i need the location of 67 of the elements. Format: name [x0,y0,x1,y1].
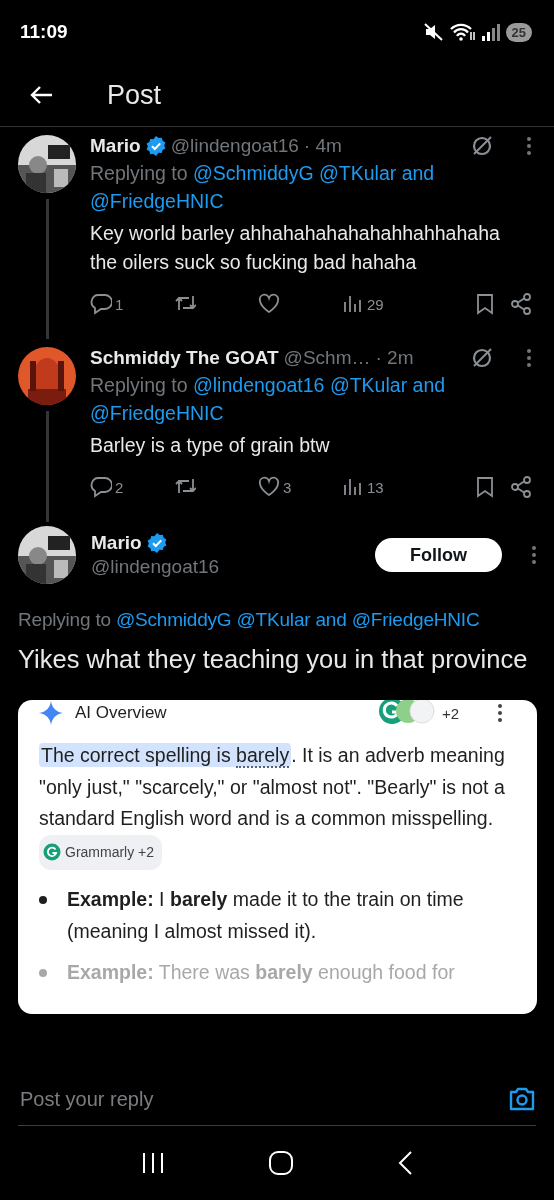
source-count: +2 [441,704,459,722]
camera-icon[interactable] [508,1086,536,1112]
mention-link[interactable]: @FriedgeHNIC [90,402,224,424]
post-text: Key world barley ahhahahahahahahhahhahaha the oilers suck so fucking bad hahaha [90,221,501,275]
slashed-circle-icon[interactable] [471,347,493,369]
mention-link[interactable]: @SchmiddyG [115,609,232,630]
more-icon[interactable] [531,545,537,565]
recent-apps-icon[interactable] [141,1151,166,1175]
more-icon[interactable] [526,136,532,156]
mute-icon [423,23,444,41]
more-icon[interactable] [497,703,503,723]
heart-icon[interactable] [258,476,280,498]
back-icon[interactable] [396,1150,413,1176]
user-handle: @lindengoat16 [170,135,299,157]
timestamp: · 2m [375,347,414,369]
mention-link[interactable]: @TKular [236,609,311,630]
share-icon[interactable] [510,293,532,315]
post-text: Yikes what they teaching you in that province [18,644,529,675]
count-label: 29 [367,295,384,313]
signal-icon [481,23,500,41]
reply-input[interactable]: Post your reply [18,1086,508,1112]
sparkle-icon [39,701,63,725]
count-label: 3 [283,478,292,496]
bullet-dot [39,969,47,977]
reply-icon[interactable] [90,293,112,315]
reply-context: Replying to @SchmiddyG @TKular and @FriedgeHNIC [90,161,436,214]
mention-link[interactable]: @TKular [319,162,397,184]
views-icon[interactable] [342,476,364,498]
user-handle: @lindengoat16 [91,556,221,578]
reply-context: Replying to @lindengoat16 @TKular and @FriedgeHNIC [90,373,447,426]
battery-indicator: 25 [505,22,532,42]
wifi-icon [449,22,476,42]
count-label: 1 [115,295,124,313]
follow-button[interactable]: Follow [375,538,502,572]
reply-icon[interactable] [90,476,112,498]
reply-context: Replying to @SchmiddyG @TKular and @FriedgeHNIC [18,608,481,632]
bookmark-icon[interactable] [474,293,496,315]
bookmark-icon[interactable] [474,476,496,498]
g-logo-icon [43,843,61,862]
back-icon[interactable] [29,85,53,105]
home-icon[interactable] [268,1150,294,1176]
heart-icon[interactable] [258,293,280,315]
mention-link[interactable]: @TKular [329,374,408,396]
more-icon[interactable] [526,348,532,368]
mention-link[interactable]: @lindengoat16 [193,374,325,396]
mention-link[interactable]: @SchmiddyG [193,162,314,184]
timestamp: · 4m [303,135,342,157]
bullet-dot [39,896,47,904]
card-title: AI Overview [75,703,167,723]
page-title: Post [107,79,162,111]
share-icon[interactable] [510,476,532,498]
count-label: 13 [367,478,384,496]
user-name: Mario [90,135,141,157]
user-name: Mario [91,532,142,554]
user-name: Schmiddy The GOAT [90,347,279,369]
views-icon[interactable] [342,293,364,315]
user-handle: @Schm… [283,347,371,369]
clock: 11:09 [20,21,68,43]
summary-text: The correct spelling is barely. It is an adverb meaning "only just," "scarcely," or "almost not". "Bearly" is not a standard English word and is a common misspelling. Grammarly +2 [39,740,513,870]
example-text: Example: I barely made it to the train on time (meaning I almost missed it). [67,887,465,944]
mention-link[interactable]: @FriedgeHNIC [351,609,480,630]
post-text: Barley is a type of grain btw [90,433,331,458]
mention-link[interactable]: @FriedgeHNIC [90,190,224,212]
count-label: 2 [115,478,124,496]
example-text: Example: There was barely enough food for [67,960,455,985]
source-chip[interactable]: Grammarly +2 [39,834,163,870]
slashed-circle-icon[interactable] [471,135,493,157]
